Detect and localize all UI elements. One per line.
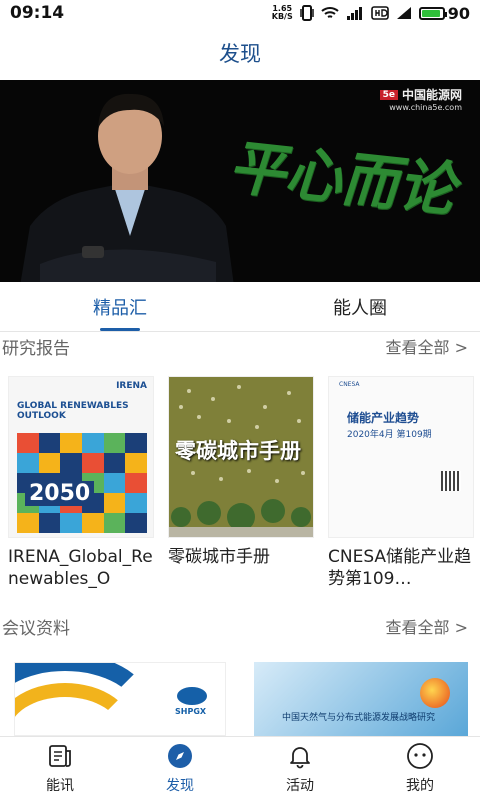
status-icons: 1.65 KB/S 90 [272, 4, 470, 23]
speaker-photo [20, 93, 234, 282]
reports-section-title: 研究报告 [2, 338, 70, 359]
report-card-irena[interactable]: IRENA GLOBAL RENEWABLES OUTLOOK 2050 IRE… [8, 376, 156, 598]
reports-section-header: 研究报告 查看全部 > [0, 331, 480, 361]
report-card-cnesa[interactable]: CNESA 储能产业趋势 2020年4月 第109期 CNESA储能产业趋势第1… [328, 376, 476, 598]
battery-icon [418, 6, 447, 20]
conference-card-shpgx[interactable]: SHPGX [14, 662, 226, 736]
report-title: CNESA储能产业趋势第109… [328, 547, 472, 589]
nav-item-events[interactable]: 活动 [240, 737, 360, 800]
reports-list: IRENA GLOBAL RENEWABLES OUTLOOK 2050 IRE… [0, 376, 480, 598]
status-bar: 09:14 1.65 KB/S 90 [0, 0, 480, 26]
cellular-icon [396, 7, 411, 19]
nav-item-profile[interactable]: 我的 [360, 737, 480, 800]
banner-slogan: 平心而论 [222, 133, 470, 225]
conference-view-all-link[interactable]: 查看全部 > [386, 614, 479, 638]
conference-section-title: 会议资料 [2, 618, 70, 639]
network-speed: 1.65 KB/S [271, 4, 293, 21]
report-title: IRENA_Global_Renewables_O [8, 547, 153, 589]
conference-list: SHPGX 中国天然气与分布式能源发展战略研究 [0, 662, 480, 736]
battery-indicator: 90 [418, 4, 470, 23]
cnesa-cover-title: 储能产业趋势 [347, 411, 420, 425]
signal-icon [346, 7, 362, 20]
vibrate-icon [299, 5, 314, 21]
report-cover-zero-carbon: 零碳城市手册 [168, 376, 314, 538]
reports-view-all-link[interactable]: 查看全部 > [386, 334, 479, 358]
nav-item-news[interactable]: 能讯 [0, 737, 120, 800]
report-cover-irena: IRENA GLOBAL RENEWABLES OUTLOOK 2050 [8, 376, 154, 538]
irena-cover-title: GLOBAL RENEWABLES OUTLOOK [17, 401, 129, 421]
news-icon [46, 742, 74, 770]
china5e-logo: 5e 中国能源网 www.china5e.com [379, 86, 462, 112]
conference-card-natural-gas[interactable]: 中国天然气与分布式能源发展战略研究 [254, 662, 468, 736]
compass-icon [166, 742, 194, 770]
globe-icon [420, 678, 450, 708]
cnesa-cover-issue: 2020年4月 第109期 [347, 430, 432, 440]
hd-call-icon [370, 6, 389, 20]
user-icon [406, 742, 434, 770]
zero-carbon-cover-title: 零碳城市手册 [175, 439, 301, 463]
qr-code-icon [441, 471, 461, 491]
content-tabs: 精品汇 能人圈 [0, 282, 480, 332]
bell-icon [286, 742, 314, 770]
report-cover-cnesa: CNESA 储能产业趋势 2020年4月 第109期 [328, 376, 474, 538]
tab-talent-circle[interactable]: 能人圈 [240, 282, 480, 331]
shpgx-logo-icon [177, 687, 207, 705]
nav-item-discover[interactable]: 发现 [120, 737, 240, 800]
banner-carousel[interactable]: 5e 中国能源网 www.china5e.com 平心而论 [0, 80, 480, 282]
title-bar: 发现 [0, 26, 480, 80]
bottom-navigation: 能讯 发现 活动 我的 [0, 736, 480, 800]
report-card-zero-carbon[interactable]: 零碳城市手册 零碳城市手册 [168, 376, 316, 598]
tab-featured[interactable]: 精品汇 [0, 282, 240, 331]
page-title: 发现 [219, 42, 261, 66]
report-title: 零碳城市手册 [168, 547, 270, 567]
status-time: 09:14 [10, 3, 65, 23]
wifi-icon [321, 7, 339, 18]
conference-section-header: 会议资料 查看全部 > [0, 611, 480, 641]
